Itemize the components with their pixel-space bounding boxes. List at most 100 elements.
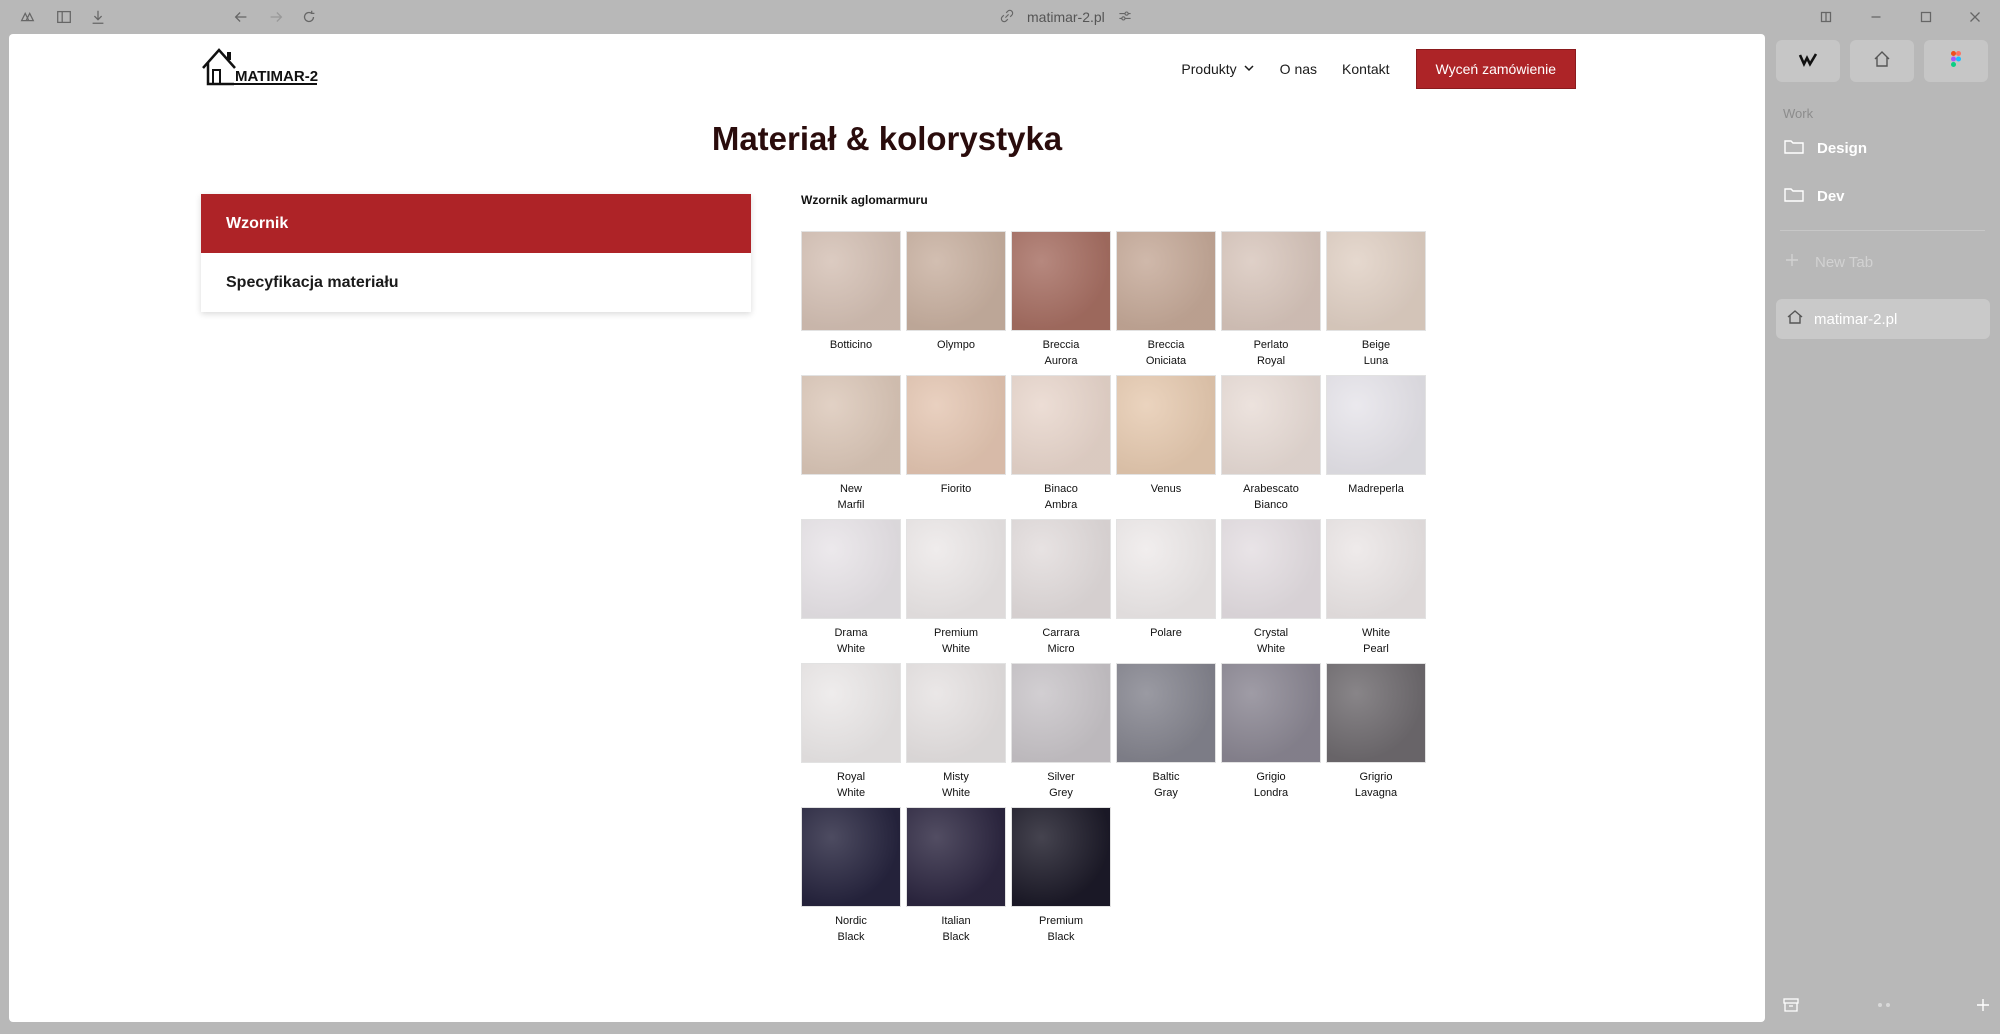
folder-design[interactable]: Design: [1783, 133, 1867, 163]
forward-icon[interactable]: [266, 7, 286, 27]
swatch-card[interactable]: Fiorito: [906, 375, 1006, 519]
maximize-icon[interactable]: [1916, 7, 1936, 27]
swatch-label: Perlato Royal: [1253, 339, 1289, 367]
swatch-image: [1221, 663, 1321, 763]
swatch-card[interactable]: Venus: [1116, 375, 1216, 519]
swatch-image: [1116, 519, 1216, 619]
swatch-card[interactable]: New Marfil: [801, 375, 901, 519]
swatch-card[interactable]: Silver Grey: [1011, 663, 1111, 807]
swatch-card[interactable]: Olympo: [906, 231, 1006, 375]
swatch-card[interactable]: Perlato Royal: [1221, 231, 1321, 375]
favicon-home-icon: [1786, 308, 1804, 330]
swatch-card[interactable]: Royal White: [801, 663, 901, 807]
swatch-image: [1221, 231, 1321, 331]
swatch-label: Beige Luna: [1361, 339, 1391, 367]
space-indicator-dots[interactable]: [1875, 995, 1893, 1015]
pinned-figma[interactable]: [1924, 40, 1988, 82]
swatch-card[interactable]: Polare: [1116, 519, 1216, 663]
swatch-label: Drama White: [834, 627, 868, 655]
swatch-card[interactable]: Madreperla: [1326, 375, 1426, 519]
swatch-card[interactable]: White Pearl: [1326, 519, 1426, 663]
swatch-card[interactable]: Arabescato Bianco: [1221, 375, 1321, 519]
folder-icon: [1783, 135, 1805, 161]
swatch-card[interactable]: Premium Black: [1011, 807, 1111, 951]
swatch-card[interactable]: Breccia Oniciata: [1116, 231, 1216, 375]
reload-icon[interactable]: [299, 7, 319, 27]
pinned-home[interactable]: [1850, 40, 1914, 82]
browser-sidebar: Work Design Dev New Tab matimar-2.pl: [1765, 34, 2000, 1034]
page-title: Materiał & kolorystyka: [711, 120, 1063, 157]
swatch-label: Crystal White: [1253, 627, 1289, 655]
site-logo[interactable]: MATIMAR-2: [201, 44, 321, 94]
swatch-card[interactable]: Carrara Micro: [1011, 519, 1111, 663]
plus-icon: [1783, 251, 1801, 273]
swatch-label: Italian Black: [941, 915, 971, 943]
download-icon[interactable]: [88, 7, 108, 27]
swatch-card[interactable]: Baltic Gray: [1116, 663, 1216, 807]
add-space-icon[interactable]: [1974, 995, 1992, 1015]
swatch-image: [1116, 375, 1216, 475]
swatch-card[interactable]: Premium White: [906, 519, 1006, 663]
swatch-card[interactable]: Italian Black: [906, 807, 1006, 951]
new-tab-button[interactable]: New Tab: [1783, 250, 1873, 274]
swatch-grid: Botticino Olympo Breccia Aurora Breccia Oni…: [801, 231, 1431, 951]
swatch-image: [801, 519, 901, 619]
logo-text: MATIMAR-2: [235, 68, 318, 85]
figma-icon: [1946, 49, 1966, 74]
swatch-label: Arabescato Bianco: [1243, 483, 1299, 511]
swatch-label: Botticino: [829, 339, 873, 351]
swatch-card[interactable]: Breccia Aurora: [1011, 231, 1111, 375]
browser-menu-icon[interactable]: [17, 7, 37, 27]
swatch-label: Royal White: [836, 771, 866, 799]
swatch-image: [1011, 663, 1111, 763]
site-settings-icon[interactable]: [1117, 8, 1133, 27]
swatch-card[interactable]: Drama White: [801, 519, 901, 663]
back-icon[interactable]: [231, 7, 251, 27]
sidebar-divider: [1780, 230, 1985, 231]
swatch-label: Silver Grey: [1047, 771, 1075, 799]
swatch-section-title: Wzornik aglomarmuru: [801, 193, 928, 207]
swatch-label: Madreperla: [1348, 483, 1404, 495]
swatch-card[interactable]: Nordic Black: [801, 807, 901, 951]
swatch-image: [1011, 375, 1111, 475]
link-icon: [999, 8, 1015, 27]
pinned-webflow[interactable]: [1776, 40, 1840, 82]
swatch-card[interactable]: Crystal White: [1221, 519, 1321, 663]
home-icon: [1872, 49, 1892, 74]
swatch-image: [1326, 663, 1426, 763]
nav-o-nas[interactable]: O nas: [1280, 61, 1317, 77]
swatch-card[interactable]: Misty White: [906, 663, 1006, 807]
swatch-label: Carrara Micro: [1042, 627, 1080, 655]
folder-dev[interactable]: Dev: [1783, 181, 1845, 211]
swatch-card[interactable]: Grigio Londra: [1221, 663, 1321, 807]
swatch-label: Venus: [1150, 483, 1182, 495]
swatch-image: [906, 519, 1006, 619]
tab-specyfikacja[interactable]: Specyfikacja materiału: [201, 253, 751, 312]
sidebar-toggle-icon[interactable]: [54, 7, 74, 27]
url-text: matimar-2.pl: [1027, 9, 1105, 25]
swatch-image: [906, 807, 1006, 907]
nav-produkty[interactable]: Produkty: [1181, 61, 1254, 77]
swatch-label: Premium White: [933, 627, 978, 655]
swatch-label: Baltic Gray: [1152, 771, 1180, 799]
quote-button[interactable]: Wyceń zamówienie: [1415, 49, 1576, 89]
tab-wzornik[interactable]: Wzornik: [201, 194, 751, 253]
swatch-label: Olympo: [937, 339, 975, 351]
new-tab-label: New Tab: [1815, 253, 1874, 271]
swatch-image: [1326, 519, 1426, 619]
split-view-icon[interactable]: [1816, 7, 1836, 27]
archive-icon[interactable]: [1782, 995, 1800, 1015]
chevron-down-icon: [1243, 61, 1255, 77]
address-bar[interactable]: matimar-2.pl: [999, 8, 1133, 26]
minimize-icon[interactable]: [1866, 7, 1886, 27]
swatch-card[interactable]: Binaco Ambra: [1011, 375, 1111, 519]
current-tab[interactable]: matimar-2.pl: [1776, 299, 1990, 339]
swatch-card[interactable]: Beige Luna: [1326, 231, 1426, 375]
swatch-image: [801, 663, 901, 763]
close-icon[interactable]: [1965, 7, 1985, 27]
swatch-card[interactable]: Botticino: [801, 231, 901, 375]
swatch-label: Premium Black: [1038, 915, 1083, 943]
swatch-card[interactable]: Grigrio Lavagna: [1326, 663, 1426, 807]
swatch-label: Grigio Londra: [1253, 771, 1289, 799]
nav-kontakt[interactable]: Kontakt: [1342, 61, 1389, 77]
